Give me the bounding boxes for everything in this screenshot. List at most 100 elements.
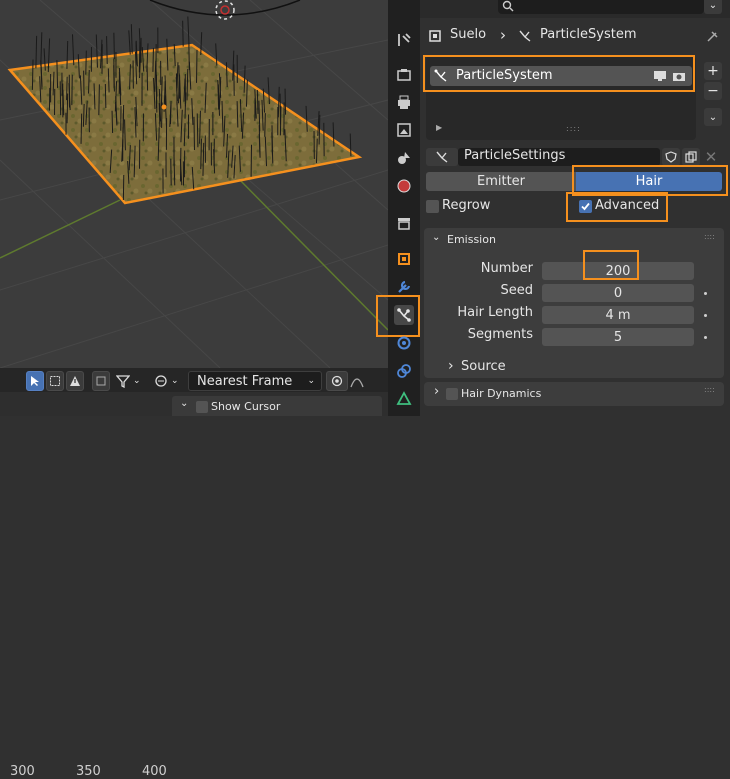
snap-to-dropdown[interactable]: Nearest Frame ⌄ <box>188 371 322 391</box>
object-origin-icon <box>162 105 167 110</box>
tab-tool[interactable] <box>394 30 414 50</box>
drag-grip-icon[interactable]: :::: <box>704 385 715 394</box>
hair-strand <box>201 139 202 169</box>
hair-strand <box>32 59 33 89</box>
select-tool-button[interactable] <box>26 371 44 391</box>
search-icon <box>502 0 514 12</box>
chevron-down-icon: ⌄ <box>307 376 315 386</box>
add-slot-button[interactable]: + <box>704 62 722 80</box>
unlink-button[interactable]: ✕ <box>702 148 720 166</box>
hair-strand <box>86 51 87 75</box>
hair-strand <box>99 84 100 115</box>
hair-strand <box>81 114 82 144</box>
duplicate-button[interactable] <box>682 148 700 166</box>
hair-length-field[interactable]: 4 m <box>542 306 694 324</box>
proportional-edit-button[interactable] <box>326 371 348 391</box>
chevron-down-icon[interactable]: ⌄ <box>180 398 188 409</box>
options-button[interactable]: ⌄ <box>704 0 722 14</box>
mesh-data-icon <box>396 391 412 407</box>
tab-particles[interactable] <box>394 305 414 325</box>
chevron-right-icon[interactable]: › <box>434 384 439 399</box>
hair-dynamics-checkbox[interactable] <box>446 388 458 400</box>
ruler-tick: 350 <box>76 764 101 779</box>
ruler-tick: 300 <box>10 764 35 779</box>
drag-grip-icon[interactable]: :::: <box>704 232 715 241</box>
hair-strand <box>36 36 37 68</box>
emission-panel <box>424 228 724 378</box>
hair-strand <box>123 105 124 134</box>
regrow-checkbox[interactable] <box>426 200 439 213</box>
copy-icon <box>685 151 697 163</box>
keyframe-dot-icon[interactable] <box>704 336 707 339</box>
hair-strand <box>179 65 180 98</box>
warning-icon <box>69 375 81 387</box>
tab-constraints[interactable] <box>394 361 414 381</box>
show-cursor-checkbox[interactable] <box>196 401 208 413</box>
advanced-label: Advanced <box>595 198 659 213</box>
number-field[interactable]: 200 <box>542 262 694 280</box>
falloff-curve-icon <box>350 374 364 388</box>
hair-dynamics-title[interactable]: Hair Dynamics <box>461 387 541 400</box>
tab-collection[interactable] <box>394 213 414 233</box>
seed-field[interactable]: 0 <box>542 284 694 302</box>
hair-strand <box>67 77 68 100</box>
tool-icon <box>396 32 412 48</box>
tab-data[interactable] <box>394 389 414 409</box>
chevron-down-icon[interactable]: ⌄ <box>432 232 440 243</box>
chevron-down-icon: ⌄ <box>709 0 717 11</box>
search-input[interactable] <box>498 0 704 14</box>
hair-length-label: Hair Length <box>423 305 533 320</box>
keyframe-dot-icon[interactable] <box>704 314 707 317</box>
pin-icon[interactable] <box>706 29 720 43</box>
3d-viewport[interactable] <box>0 0 388 368</box>
scene-icon <box>396 150 412 166</box>
tab-scene[interactable] <box>394 148 414 168</box>
chevron-down-icon: ⌄ <box>709 112 717 123</box>
properties-editor: ⌄ Suelo › ParticleSystem ParticleSystem … <box>420 0 730 416</box>
tab-world[interactable] <box>394 176 414 196</box>
keyframe-button[interactable] <box>92 371 110 391</box>
list-item-label: ParticleSystem <box>456 68 553 83</box>
tab-view-layer[interactable] <box>394 120 414 140</box>
falloff-dropdown[interactable] <box>350 371 380 391</box>
output-printer-icon <box>396 94 412 110</box>
hair-strand <box>131 24 132 53</box>
monitor-icon[interactable] <box>653 70 667 82</box>
filter-dropdown[interactable]: ⌄ <box>116 371 150 391</box>
hair-strand <box>114 33 115 59</box>
warning-button[interactable] <box>66 371 84 391</box>
particles-icon <box>434 69 448 83</box>
fake-user-button[interactable] <box>662 148 680 166</box>
seed-label: Seed <box>423 283 533 298</box>
hair-strand <box>105 84 106 108</box>
resize-grip-icon[interactable]: :::: <box>566 124 581 133</box>
specials-menu-button[interactable]: ⌄ <box>704 108 722 126</box>
tab-output[interactable] <box>394 92 414 112</box>
tab-physics[interactable] <box>394 333 414 353</box>
triangle-right-icon[interactable]: ▶ <box>436 123 442 132</box>
show-cursor-label: Show Cursor <box>211 400 280 413</box>
segments-field[interactable]: 5 <box>542 328 694 346</box>
chevron-right-icon[interactable]: › <box>448 358 454 374</box>
hair-strand <box>114 58 115 91</box>
timeline-toolbar: ⌄ ⌄ Nearest Frame ⌄ 300 350 400 ⌄ Show C… <box>0 368 388 416</box>
tab-render[interactable] <box>394 64 414 84</box>
settings-browse-button[interactable] <box>426 148 458 166</box>
box-select-button[interactable] <box>46 371 64 391</box>
tab-object[interactable] <box>394 249 414 269</box>
hair-strand <box>265 113 266 137</box>
remove-slot-button[interactable]: − <box>704 82 722 100</box>
emission-panel-title[interactable]: Emission <box>447 233 496 246</box>
advanced-checkbox[interactable] <box>579 200 592 213</box>
view-options-dropdown[interactable]: ⌄ <box>154 371 184 391</box>
render-camera-icon[interactable] <box>672 70 686 82</box>
tab-modifiers[interactable] <box>394 277 414 297</box>
source-subpanel-title[interactable]: Source <box>461 359 506 374</box>
funnel-icon <box>116 374 130 388</box>
keyframe-dot-icon[interactable] <box>704 292 707 295</box>
tab-emitter[interactable]: Emitter <box>426 172 576 191</box>
object-square-icon <box>428 29 442 43</box>
wrench-icon <box>396 279 412 295</box>
tab-hair[interactable]: Hair <box>576 172 722 191</box>
box-select-icon <box>49 375 61 387</box>
